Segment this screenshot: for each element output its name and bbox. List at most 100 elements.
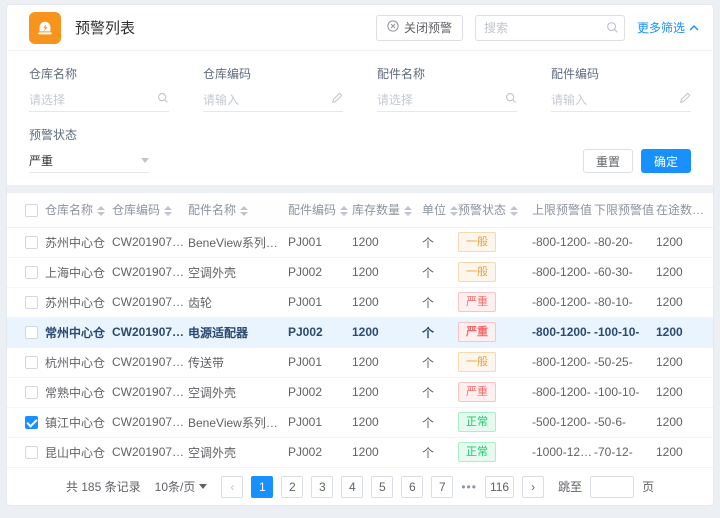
row-checkbox[interactable] [25, 446, 38, 459]
table-row[interactable]: 杭州中心仓 CW201907001 传送带 PJ001 1200 个 一般 -8… [7, 347, 714, 377]
cell-part-name: 空调外壳 [188, 257, 288, 287]
cell-part-code: PJ001 [288, 287, 352, 317]
cell-lower-limit: -100-10- [594, 317, 656, 347]
chevron-down-icon [141, 158, 149, 163]
row-checkbox[interactable] [25, 326, 38, 339]
close-alert-label: 关闭预警 [404, 19, 452, 36]
cell-unit: 个 [422, 287, 458, 317]
status-badge: 一般 [458, 262, 496, 282]
filter-label: 仓库编码 [203, 61, 343, 88]
cell-unit: 个 [422, 437, 458, 467]
alert-status-select[interactable]: 严重 [29, 149, 149, 173]
cell-upper-limit: -800-1200- [532, 317, 594, 347]
cell-warehouse-code: CW201907002 [112, 257, 188, 287]
more-filters-link[interactable]: 更多筛选 [637, 19, 699, 36]
edit-icon [331, 92, 343, 107]
page-size-select[interactable]: 10条/页 [155, 478, 208, 495]
cell-upper-limit: -800-1200- [532, 257, 594, 287]
page: 预警列表 关闭预警 [0, 0, 720, 518]
status-badge: 一般 [458, 232, 496, 252]
cell-unit: 个 [422, 257, 458, 287]
col-warehouse-code[interactable]: 仓库编码 [112, 193, 188, 227]
sort-icon[interactable] [404, 206, 412, 216]
cell-warehouse-code: CW201907002 [112, 317, 188, 347]
total-count: 185 [81, 480, 101, 494]
cell-part-code: PJ002 [288, 317, 352, 347]
cell-warehouse-code: CW201907001 [112, 347, 188, 377]
sort-icon[interactable] [510, 206, 518, 216]
filter-label: 预警状态 [29, 122, 149, 149]
cell-warehouse-code: CW201907001 [112, 227, 188, 257]
col-stock-qty[interactable]: 库存数量 [352, 193, 422, 227]
cell-transit-qty: 1200 [656, 257, 714, 287]
row-checkbox[interactable] [25, 236, 38, 249]
cell-warehouse-name: 上海中心仓 [45, 257, 112, 287]
col-part-name[interactable]: 配件名称 [188, 193, 288, 227]
row-checkbox[interactable] [25, 266, 38, 279]
sort-icon[interactable] [340, 206, 348, 216]
row-checkbox-checked[interactable] [25, 416, 38, 429]
warehouse-code-input[interactable] [203, 93, 331, 107]
filter-area: 仓库名称 仓库编码 [7, 51, 713, 185]
sort-icon[interactable] [97, 206, 105, 216]
filter-row-1: 仓库名称 仓库编码 [29, 61, 691, 112]
filter-part-code: 配件编码 [551, 61, 691, 112]
section-divider [7, 185, 713, 193]
status-badge: 正常 [458, 442, 496, 462]
table-row[interactable]: 镇江中心仓 CW201907001 BeneView系列主控板 PJ001 12… [7, 407, 714, 437]
table-row[interactable]: 苏州中心仓 CW201907001 BeneView系列主控板 PJ001 12… [7, 227, 714, 257]
confirm-button[interactable]: 确定 [641, 149, 691, 173]
col-alert-status[interactable]: 预警状态 [458, 193, 532, 227]
row-checkbox[interactable] [25, 386, 38, 399]
select-all-checkbox[interactable] [25, 204, 38, 217]
warehouse-name-input[interactable] [29, 93, 157, 107]
table-row[interactable]: 苏州中心仓 CW201907001 齿轮 PJ001 1200 个 严重 -80… [7, 287, 714, 317]
more-filters-label: 更多筛选 [637, 19, 685, 36]
close-alert-button[interactable]: 关闭预警 [376, 15, 463, 41]
row-checkbox[interactable] [25, 296, 38, 309]
reset-button[interactable]: 重置 [583, 149, 633, 173]
cell-part-code: PJ001 [288, 227, 352, 257]
cell-warehouse-code: CW201907001 [112, 287, 188, 317]
cell-stock-qty: 1200 [352, 347, 422, 377]
search-icon [157, 92, 169, 107]
filter-actions: 重置 确定 [583, 149, 691, 173]
cell-part-code: PJ002 [288, 437, 352, 467]
cell-warehouse-name: 常州中心仓 [45, 317, 112, 347]
sort-icon[interactable] [240, 206, 248, 216]
col-unit[interactable]: 单位 [422, 193, 458, 227]
col-transit-qty[interactable]: 在途数量 [656, 193, 714, 227]
part-code-input[interactable] [551, 93, 679, 107]
sort-icon[interactable] [708, 206, 714, 216]
cell-warehouse-name: 镇江中心仓 [45, 407, 112, 437]
col-part-code[interactable]: 配件编码 [288, 193, 352, 227]
sort-icon[interactable] [450, 206, 458, 216]
cell-lower-limit: -60-30- [594, 257, 656, 287]
header-actions: 关闭预警 更多筛选 [376, 15, 699, 41]
cell-upper-limit: -1000-1200- [532, 437, 594, 467]
cell-part-name: BeneView系列主控板 [188, 407, 288, 437]
alert-list-panel: 预警列表 关闭预警 [6, 4, 714, 506]
cell-warehouse-name: 杭州中心仓 [45, 347, 112, 377]
cell-stock-qty: 1200 [352, 317, 422, 347]
table-row-selected[interactable]: 常州中心仓 CW201907002 电源适配器 PJ002 1200 个 严重 … [7, 317, 714, 347]
search-input[interactable] [475, 15, 625, 41]
row-checkbox[interactable] [25, 356, 38, 369]
global-search [475, 15, 625, 41]
table-row[interactable]: 常熟中心仓 CW201907002 空调外壳 PJ002 1200 个 严重 -… [7, 377, 714, 407]
status-badge: 正常 [458, 412, 496, 432]
cell-transit-qty: 1200 [656, 437, 714, 467]
sort-icon[interactable] [164, 206, 172, 216]
page-unit-label: 页 [642, 478, 654, 495]
col-warehouse-name[interactable]: 仓库名称 [45, 193, 112, 227]
cell-part-name: BeneView系列主控板 [188, 227, 288, 257]
cell-warehouse-code: CW201907002 [112, 377, 188, 407]
table-row[interactable]: 上海中心仓 CW201907002 空调外壳 PJ002 1200 个 一般 -… [7, 257, 714, 287]
cell-warehouse-code: CW201907002 [112, 437, 188, 467]
table-row[interactable]: 昆山中心仓 CW201907002 空调外壳 PJ002 1200 个 正常 -… [7, 437, 714, 467]
more-pages-ellipsis[interactable]: ••• [461, 480, 477, 494]
cell-upper-limit: -500-1200- [532, 407, 594, 437]
chevron-down-icon [199, 484, 207, 489]
cell-transit-qty: 1200 [656, 407, 714, 437]
part-name-input[interactable] [377, 93, 505, 107]
